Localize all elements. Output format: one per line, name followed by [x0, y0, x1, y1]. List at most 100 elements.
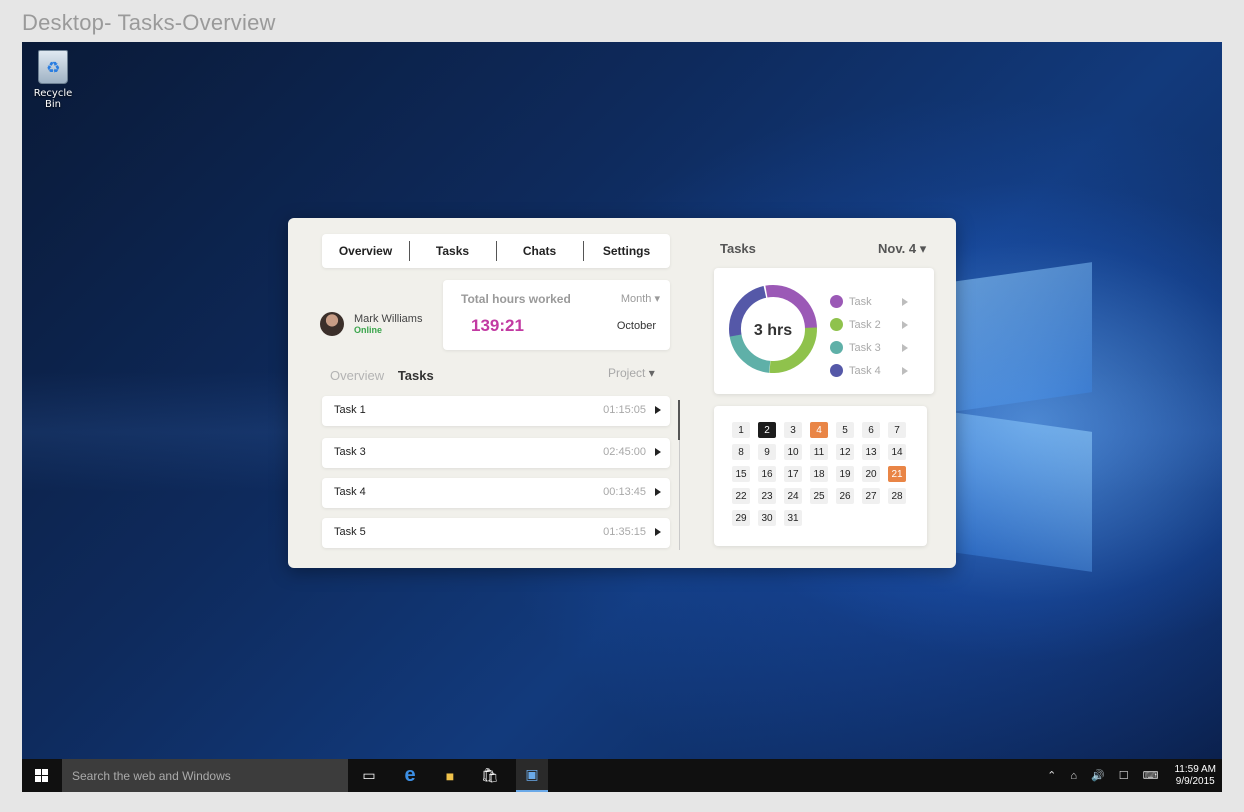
calendar-day[interactable]: 23: [758, 488, 776, 504]
chevron-down-icon: ▾: [654, 293, 660, 305]
calendar-day[interactable]: 15: [732, 466, 750, 482]
donut-legend: Task Task 2 Task 3 Task 4: [830, 290, 910, 382]
legend-dot: [830, 295, 843, 308]
chevron-up-icon[interactable]: ⌃: [1047, 769, 1056, 782]
task-row[interactable]: Task 5 01:35:15: [322, 518, 670, 548]
tab-tasks[interactable]: Tasks: [409, 241, 496, 261]
period-dropdown[interactable]: Month ▾: [621, 292, 660, 305]
calendar-day[interactable]: 28: [888, 488, 906, 504]
calendar-day[interactable]: 19: [836, 466, 854, 482]
calendar-day[interactable]: 25: [810, 488, 828, 504]
calendar-grid: 1 2 3 4 5 6 7 8 9 10 11 12 13 14 15 16 17 18 19 20 21 22 23 24 2…: [732, 422, 906, 526]
play-icon[interactable]: [655, 528, 661, 536]
subnav-tasks[interactable]: Tasks: [398, 368, 434, 383]
task-time: 00:13:45: [603, 486, 646, 498]
task-donut-chart: 3 hrs: [729, 285, 818, 374]
desktop: Recycle Bin Overview Tasks Chats Setting…: [22, 42, 1222, 792]
notification-icon[interactable]: ☐: [1119, 769, 1129, 782]
calendar-day[interactable]: 3: [784, 422, 802, 438]
user-status: Online: [354, 324, 383, 335]
legend-item[interactable]: Task 3: [830, 336, 910, 359]
start-button[interactable]: [22, 759, 62, 792]
task-list-scroll-thumb[interactable]: [678, 400, 680, 440]
legend-item[interactable]: Task 4: [830, 359, 910, 382]
calendar-day[interactable]: 20: [862, 466, 880, 482]
clock-time: 11:59 AM: [1174, 763, 1216, 775]
calendar-day[interactable]: 21: [888, 466, 906, 482]
tab-settings[interactable]: Settings: [583, 241, 670, 261]
network-icon[interactable]: ⌂: [1070, 770, 1077, 782]
file-explorer-icon[interactable]: ■: [434, 759, 466, 792]
calendar-card: 1 2 3 4 5 6 7 8 9 10 11 12 13 14 15 16 17 18 19 20 21 22 23 24 2…: [714, 406, 927, 546]
taskbar: Search the web and Windows ▭ e ■ 🛍 ▣ ⌃ ⌂…: [22, 759, 1222, 792]
calendar-day[interactable]: 31: [784, 510, 802, 526]
arrow-right-icon: [902, 298, 908, 306]
task-row[interactable]: Task 4 00:13:45: [322, 478, 670, 508]
user-profile[interactable]: Mark Williams Online: [320, 312, 422, 336]
taskbar-search[interactable]: Search the web and Windows: [62, 759, 348, 792]
frame-title: Desktop- Tasks-Overview: [22, 10, 276, 35]
donut-center-label: 3 hrs: [754, 322, 792, 339]
store-icon[interactable]: 🛍: [474, 759, 506, 792]
calendar-day[interactable]: 7: [888, 422, 906, 438]
avatar: [320, 312, 344, 336]
edge-browser-icon[interactable]: e: [394, 759, 426, 792]
date-dropdown[interactable]: Nov. 4 ▾: [878, 241, 926, 257]
legend-label: Task: [849, 295, 872, 308]
project-dropdown[interactable]: Project ▾: [608, 366, 655, 380]
hours-card-title: Total hours worked: [461, 292, 571, 306]
legend-label: Task 4: [849, 364, 881, 377]
play-icon[interactable]: [655, 448, 661, 456]
hours-value: 139:21: [471, 316, 524, 335]
tab-overview[interactable]: Overview: [322, 244, 409, 258]
project-dropdown-label: Project: [608, 366, 646, 380]
arrow-right-icon: [902, 344, 908, 352]
recycle-bin-label: Recycle Bin: [33, 88, 73, 110]
calendar-day[interactable]: 2: [758, 422, 776, 438]
calendar-day[interactable]: 6: [862, 422, 880, 438]
legend-label: Task 3: [849, 341, 881, 354]
calendar-day[interactable]: 29: [732, 510, 750, 526]
clock[interactable]: 11:59 AM 9/9/2015: [1174, 764, 1216, 788]
period-dropdown-label: Month: [620, 293, 652, 305]
play-icon[interactable]: [655, 406, 661, 414]
calendar-day[interactable]: 22: [732, 488, 750, 504]
keyboard-icon[interactable]: ⌨: [1143, 769, 1159, 782]
calendar-day[interactable]: 8: [732, 444, 750, 460]
calendar-day[interactable]: 12: [836, 444, 854, 460]
tab-chats[interactable]: Chats: [496, 241, 583, 261]
legend-item[interactable]: Task 2: [830, 313, 910, 336]
task-view-icon[interactable]: ▭: [353, 759, 385, 792]
clock-date: 9/9/2015: [1175, 775, 1215, 787]
calendar-day[interactable]: 14: [888, 444, 906, 460]
calendar-day[interactable]: 26: [836, 488, 854, 504]
right-panel-title: Tasks: [720, 241, 756, 256]
volume-icon[interactable]: 🔊: [1091, 769, 1105, 782]
calendar-day[interactable]: 1: [732, 422, 750, 438]
legend-dot: [830, 318, 843, 331]
calendar-day[interactable]: 4: [810, 422, 828, 438]
calendar-day[interactable]: 10: [784, 444, 802, 460]
calendar-day[interactable]: 9: [758, 444, 776, 460]
calendar-day[interactable]: 18: [810, 466, 828, 482]
calendar-day[interactable]: 30: [758, 510, 776, 526]
app-window-icon[interactable]: ▣: [516, 759, 548, 792]
task-row[interactable]: Task 1 01:15:05: [322, 396, 670, 426]
recycle-bin[interactable]: Recycle Bin: [26, 50, 80, 110]
legend-item[interactable]: Task: [830, 290, 910, 313]
calendar-day[interactable]: 27: [862, 488, 880, 504]
hours-worked-card: Total hours worked Month ▾ 139:21 Octobe…: [443, 280, 670, 350]
calendar-day[interactable]: 11: [810, 444, 828, 460]
task-name: Task 1: [334, 404, 366, 416]
calendar-day[interactable]: 5: [836, 422, 854, 438]
task-name: Task 4: [334, 486, 366, 498]
subnav-overview[interactable]: Overview: [330, 368, 384, 383]
calendar-day[interactable]: 24: [784, 488, 802, 504]
calendar-day[interactable]: 16: [758, 466, 776, 482]
task-donut-card: 3 hrs Task Task 2 Task 3 Task 4: [714, 268, 934, 394]
task-row[interactable]: Task 3 02:45:00: [322, 438, 670, 468]
calendar-day[interactable]: 13: [862, 444, 880, 460]
play-icon[interactable]: [655, 488, 661, 496]
date-dropdown-label: Nov. 4: [878, 241, 917, 256]
calendar-day[interactable]: 17: [784, 466, 802, 482]
